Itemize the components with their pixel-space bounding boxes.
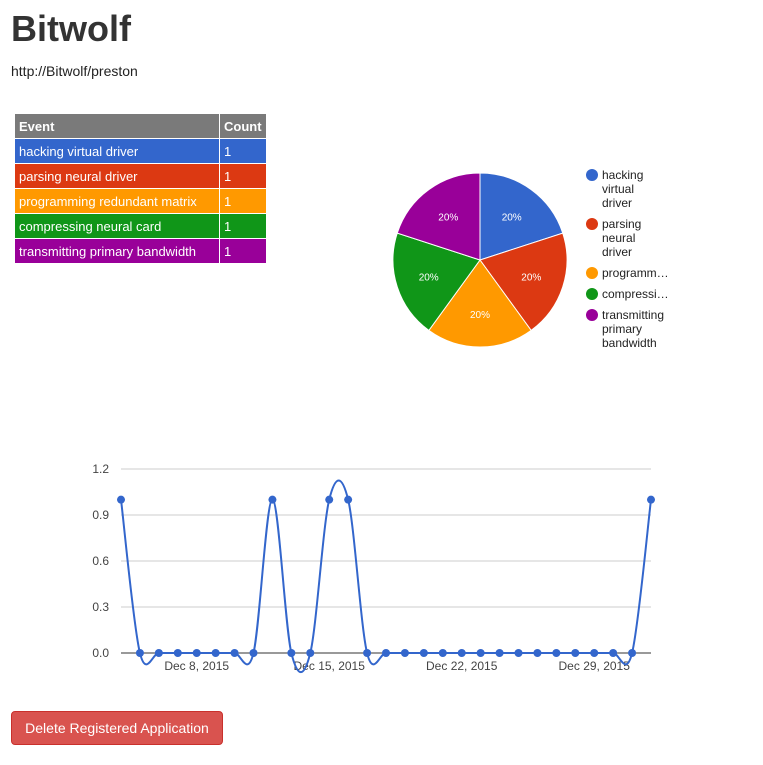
events-table: Event Count hacking virtual driver 1 parsi…	[14, 113, 267, 264]
data-point	[287, 649, 296, 657]
app-url: http://Bitwolf/preston	[11, 63, 138, 79]
pie-slice-label: 20%	[502, 212, 522, 223]
data-point	[495, 649, 504, 657]
count-cell: 1	[219, 238, 267, 264]
legend-swatch	[586, 169, 598, 181]
data-point	[211, 649, 220, 657]
data-point	[249, 649, 258, 657]
event-cell: compressing neural card	[14, 213, 220, 239]
line-chart: 0.00.30.60.91.2Dec 8, 2015 Dec 15, 2015 De…	[92, 462, 655, 674]
data-point	[230, 649, 239, 657]
legend-label: driver	[602, 196, 632, 210]
legend-label: parsing	[602, 217, 641, 231]
legend-label: hacking	[602, 168, 643, 182]
count-cell: 1	[219, 213, 267, 239]
x-tick-label: Dec 8, 2015	[164, 659, 229, 673]
table-row: hacking virtual driver 1	[14, 138, 267, 164]
x-tick-label: Dec 22, 2015	[426, 659, 498, 673]
event-cell: hacking virtual driver	[14, 138, 220, 164]
y-tick-label: 0.9	[92, 508, 109, 522]
data-point	[135, 649, 144, 657]
pie-slice-label: 20%	[521, 273, 541, 284]
data-point	[457, 649, 466, 657]
legend-swatch	[586, 267, 598, 279]
data-point	[306, 649, 315, 657]
table-header-row: Event Count	[14, 113, 267, 139]
pie-slice-label: 20%	[419, 273, 439, 284]
series-line	[120, 479, 652, 674]
data-point	[363, 649, 372, 657]
count-cell: 1	[219, 138, 267, 164]
data-point	[609, 649, 618, 657]
legend-swatch	[586, 288, 598, 300]
event-cell: parsing neural driver	[14, 163, 220, 189]
data-point	[419, 649, 428, 657]
column-header-event: Event	[14, 113, 220, 139]
count-cell: 1	[219, 188, 267, 214]
data-point	[173, 649, 182, 657]
event-cell: transmitting primary bandwidth	[14, 238, 220, 264]
legend-label: primary	[602, 322, 642, 336]
legend-label: neural	[602, 231, 635, 245]
y-tick-label: 1.2	[92, 462, 109, 476]
pie-slice-label: 20%	[438, 212, 458, 223]
data-point	[382, 649, 390, 657]
data-point	[647, 495, 655, 504]
legend-swatch	[586, 309, 598, 321]
table-row: parsing neural driver 1	[14, 163, 267, 189]
table-row: transmitting primary bandwidth 1	[14, 238, 267, 264]
data-point	[154, 649, 163, 657]
data-point	[117, 495, 125, 504]
data-point	[438, 649, 447, 657]
column-header-count: Count	[219, 113, 267, 139]
delete-application-button[interactable]: Delete Registered Application	[11, 711, 223, 745]
count-cell: 1	[219, 163, 267, 189]
line-chart-container: 0.0 0.3 0.6 0.9 1.2 Dec 8, 2015 Dec 15, 2015 De…	[80, 455, 680, 690]
y-tick-label: 0.0	[92, 646, 109, 660]
data-point	[344, 495, 353, 504]
pie-chart: 20%20%20%20%20%hackingvirtualdriverparsi…	[392, 168, 669, 350]
data-point	[268, 495, 277, 504]
y-tick-label: 0.3	[92, 600, 109, 614]
event-cell: programming redundant matrix	[14, 188, 220, 214]
data-point	[192, 649, 201, 657]
legend-label: compressi…	[602, 287, 669, 301]
data-point	[325, 495, 334, 504]
y-tick-label: 0.6	[92, 554, 109, 568]
data-point	[552, 649, 561, 657]
legend-label: transmitting	[602, 308, 664, 322]
data-point	[590, 649, 599, 657]
table-row: compressing neural card 1	[14, 213, 267, 239]
data-point	[628, 649, 637, 657]
legend-label: programm…	[602, 266, 669, 280]
data-point	[571, 649, 580, 657]
legend-label: bandwidth	[602, 336, 657, 350]
data-point	[476, 649, 485, 657]
pie-slice-label: 20%	[470, 310, 490, 321]
legend-label: virtual	[602, 182, 634, 196]
table-row: programming redundant matrix 1	[14, 188, 267, 214]
data-point	[514, 649, 523, 657]
legend-label: driver	[602, 245, 632, 259]
data-point	[400, 649, 409, 657]
data-point	[533, 649, 542, 657]
pie-chart-container: 20% 20% 20% 20% 20% hacking virtual driver parsi…	[380, 160, 710, 365]
legend-swatch	[586, 218, 598, 230]
x-tick-label: Dec 29, 2015	[559, 659, 631, 673]
page-title: Bitwolf	[11, 8, 131, 49]
